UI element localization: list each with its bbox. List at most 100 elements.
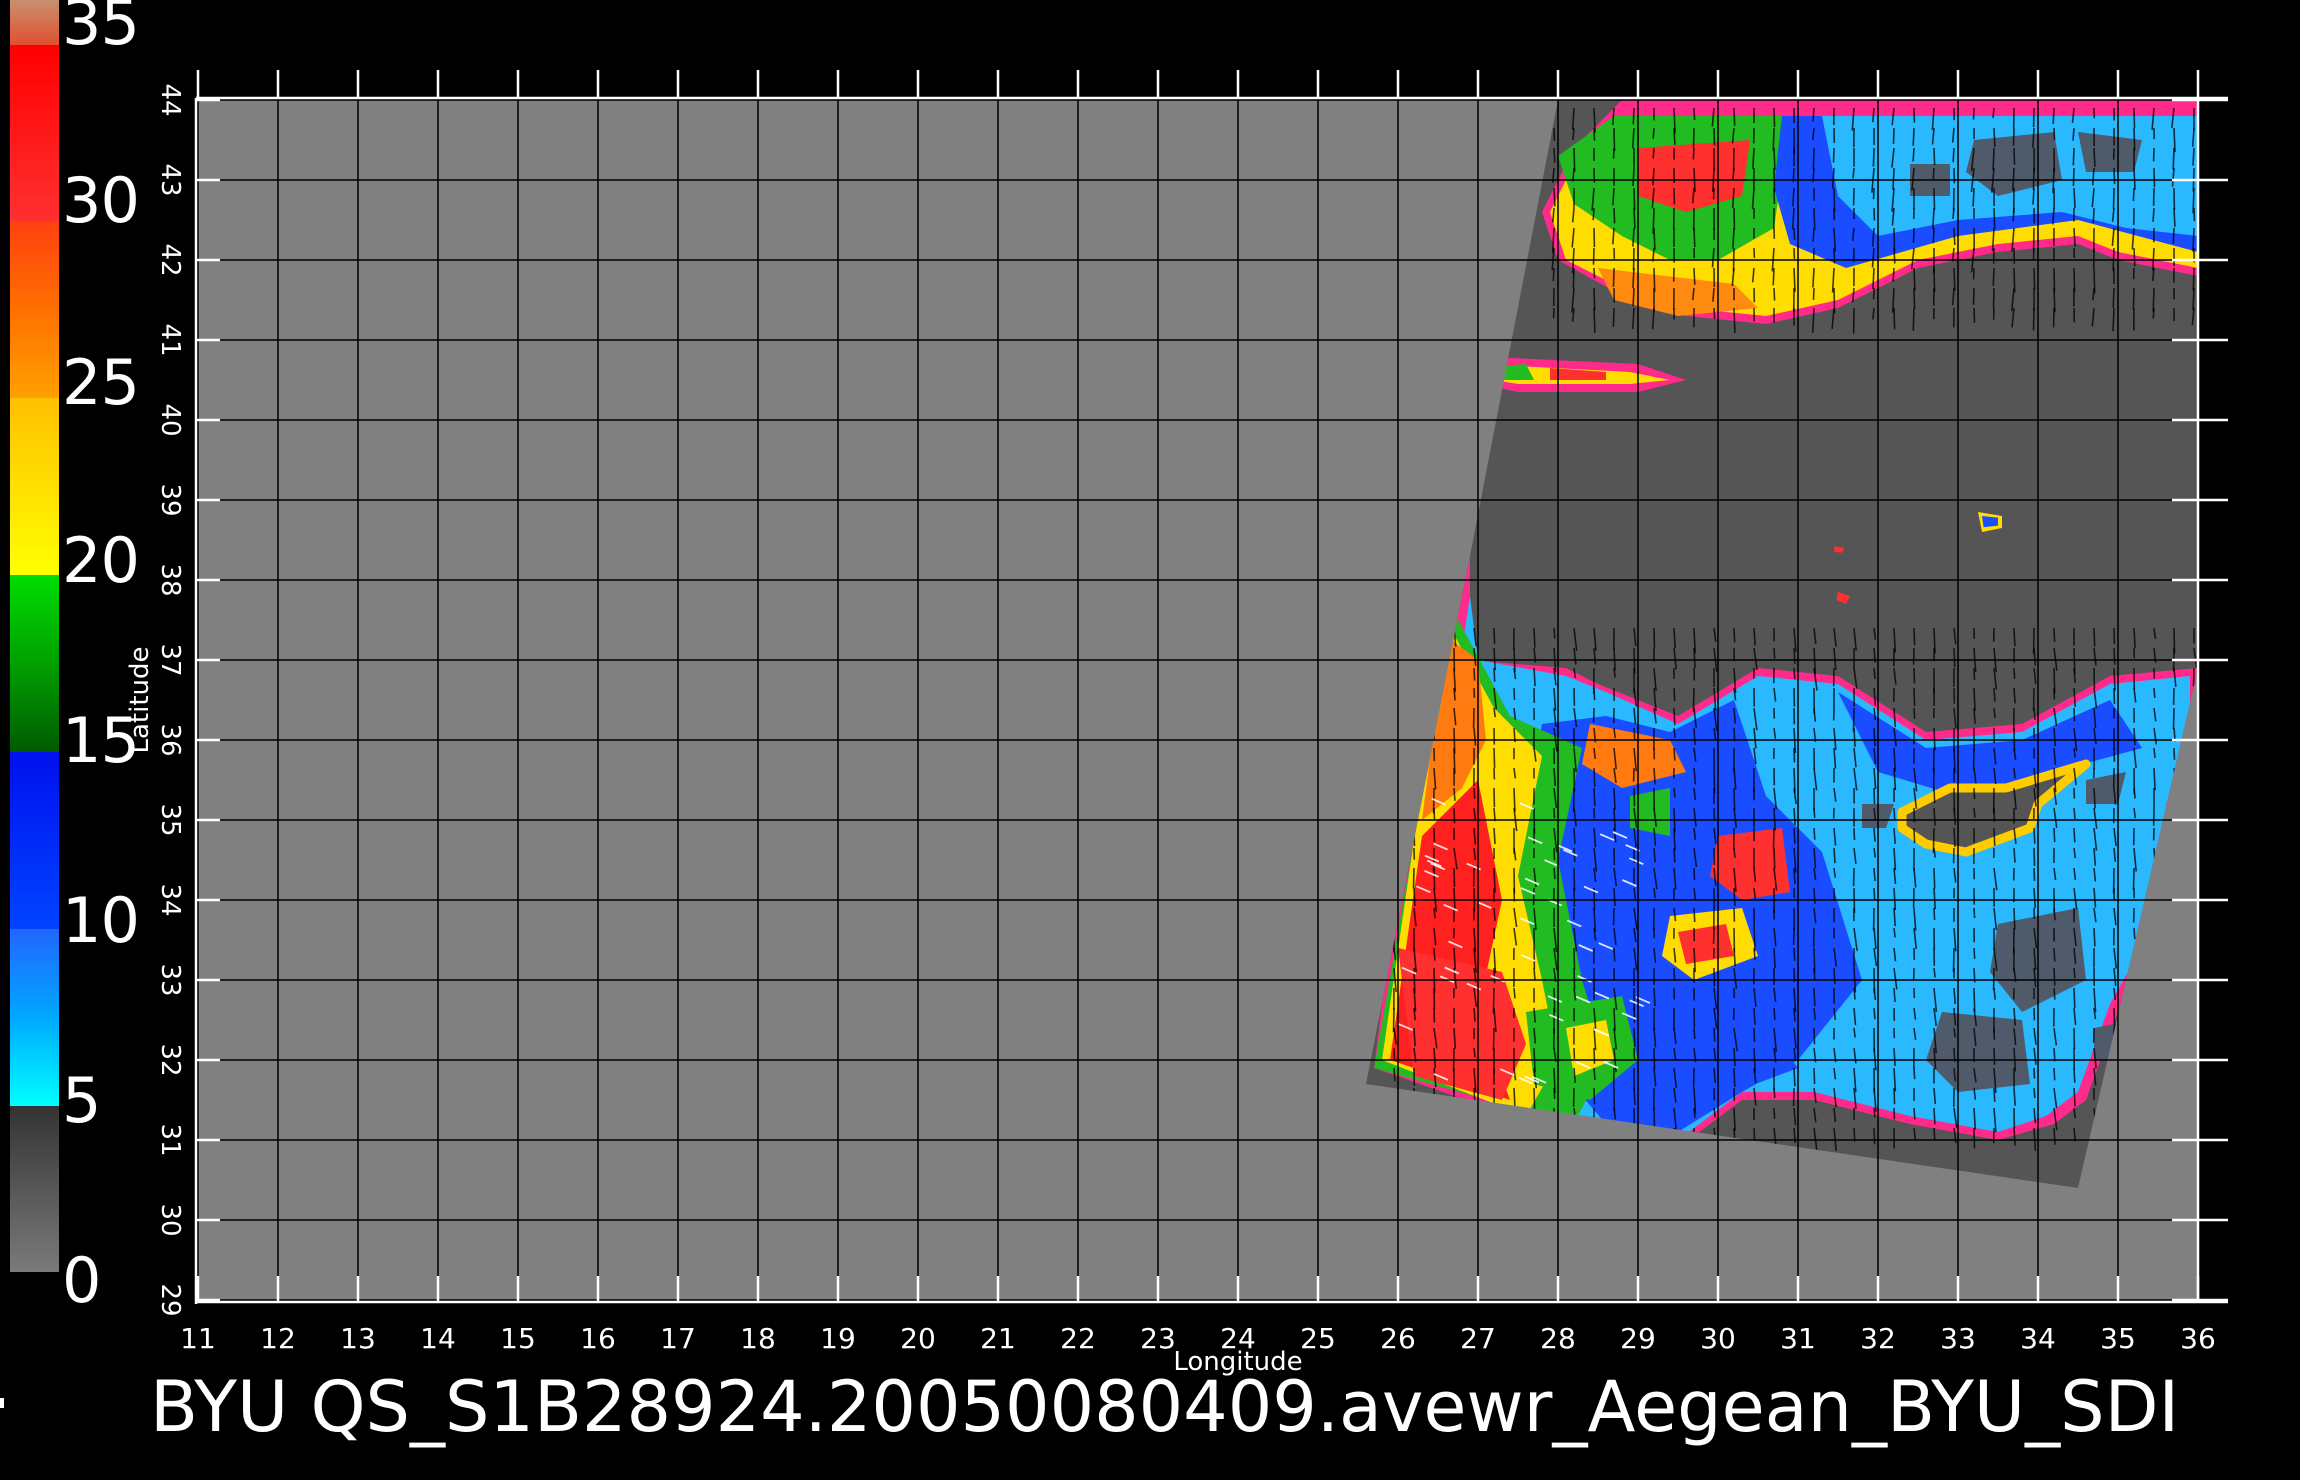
wind-vector <box>1973 987 1976 1012</box>
wind-vector <box>2053 667 2056 694</box>
wind-vector <box>1592 247 1595 265</box>
wind-vector <box>2053 1127 2056 1145</box>
wind-vector <box>1673 967 1676 981</box>
wind-vector <box>1613 787 1616 810</box>
y-tick-label: 44 <box>155 83 185 116</box>
y-tick-label: 34 <box>155 883 185 916</box>
wind-vector <box>1412 867 1415 889</box>
x-tick-label: 35 <box>2100 1322 2136 1355</box>
wind-vector <box>2053 987 2056 1000</box>
wind-vector <box>1593 767 1596 787</box>
wind-vector <box>2192 287 2195 311</box>
x-tick-label: 23 <box>1140 1322 1176 1355</box>
wind-vector <box>1573 947 1576 970</box>
wind-vector <box>1713 767 1716 794</box>
wind-vector <box>2013 627 2016 647</box>
wind-vector <box>1873 667 1876 680</box>
wind-vector <box>1713 127 1716 146</box>
wind-vector <box>1912 307 1915 331</box>
y-tick-label: 41 <box>155 323 185 356</box>
wind-vector <box>1912 147 1915 162</box>
wind-vector <box>2113 667 2116 691</box>
wind-vector <box>1993 1087 1996 1102</box>
wind-vector <box>1493 827 1496 845</box>
wind-vector <box>2173 747 2176 760</box>
wind-vector <box>1653 627 1656 649</box>
wind-vector <box>1693 907 1696 923</box>
wind-vector <box>2112 307 2115 332</box>
y-tick-label: 32 <box>155 1043 185 1076</box>
y-tick-label: 42 <box>155 243 185 276</box>
wind-vector <box>1813 207 1816 230</box>
x-tick-label: 25 <box>1300 1322 1336 1355</box>
x-tick-label: 32 <box>1860 1322 1896 1355</box>
wind-vector <box>1413 1027 1416 1047</box>
wind-vector <box>1573 147 1576 172</box>
wind-vector <box>2192 187 2195 214</box>
wind-vector <box>1893 987 1896 1003</box>
wind-vector <box>1773 107 1776 128</box>
wind-vector <box>1733 1107 1736 1132</box>
wind-vector <box>1673 787 1676 798</box>
wind-vector <box>2052 107 2055 124</box>
y-tick-label: 29 <box>155 1283 185 1316</box>
y-tick-label: 35 <box>155 803 185 836</box>
wind-vector <box>2073 227 2076 247</box>
wind-vector <box>1952 147 1955 163</box>
wind-vector <box>1932 167 1935 180</box>
wind-vector <box>1692 687 1695 712</box>
wind-vector <box>2153 767 2156 791</box>
wind-vector <box>1693 267 1696 285</box>
wind-vector <box>2033 827 2036 844</box>
wind-vector <box>1553 627 1556 639</box>
wind-vector <box>1573 827 1576 845</box>
wind-vector <box>1713 307 1716 320</box>
wind-vector <box>1632 167 1635 187</box>
wind-vector <box>1913 827 1916 844</box>
wind-vector <box>1812 227 1815 242</box>
wind-vector <box>2153 687 2156 699</box>
wind-vector <box>1833 847 1836 864</box>
wind-vector <box>1712 287 1715 302</box>
wind-vector <box>2133 167 2136 190</box>
wind-vector <box>1933 867 1936 889</box>
wind-vector <box>2093 927 2096 947</box>
wind-vector <box>2093 787 2096 809</box>
wind-vector <box>1873 1127 1876 1145</box>
wind-vector <box>1773 647 1776 659</box>
wind-vector <box>2073 827 2076 843</box>
wind-vector <box>1833 887 1836 901</box>
wind-vector <box>1893 227 1896 253</box>
wind-vector <box>1793 267 1796 292</box>
wind-vector <box>1773 287 1776 301</box>
wind-vector <box>1872 267 1875 289</box>
wind-vector <box>1593 1067 1596 1081</box>
wind-vector <box>2033 1067 2036 1079</box>
wind-vector <box>1873 827 1876 842</box>
wind-vector <box>1932 227 1935 244</box>
wind-vector <box>1593 787 1596 807</box>
wind-vector <box>2133 727 2136 746</box>
wind-vector <box>1953 227 1956 246</box>
wind-vector <box>2073 987 2076 1009</box>
wind-vector <box>2053 947 2056 962</box>
wind-vector <box>2192 147 2195 166</box>
wind-vector <box>1733 847 1736 858</box>
wind-vector <box>1913 707 1916 719</box>
wind-vector <box>1913 1067 1916 1080</box>
wind-vector <box>1492 987 1495 1014</box>
wind-vector <box>2173 627 2176 654</box>
wind-vector <box>2133 247 2136 267</box>
wind-vector <box>1733 307 1736 334</box>
edge-mark <box>0 1398 4 1408</box>
wind-vector <box>1473 787 1476 799</box>
wind-vector <box>1973 1127 1976 1149</box>
wind-vector <box>1593 287 1596 311</box>
wind-vector <box>1773 947 1776 969</box>
wind-vector <box>1973 807 1976 818</box>
wind-map-figure: 35 30 25 20 15 10 5 0 11 12 13 14 15 16 17 18 19… <box>0 0 2300 1480</box>
wind-vector <box>1613 887 1616 906</box>
wind-vector <box>2192 667 2195 687</box>
wind-vector <box>1633 207 1636 229</box>
wind-vector <box>1813 1027 1816 1045</box>
